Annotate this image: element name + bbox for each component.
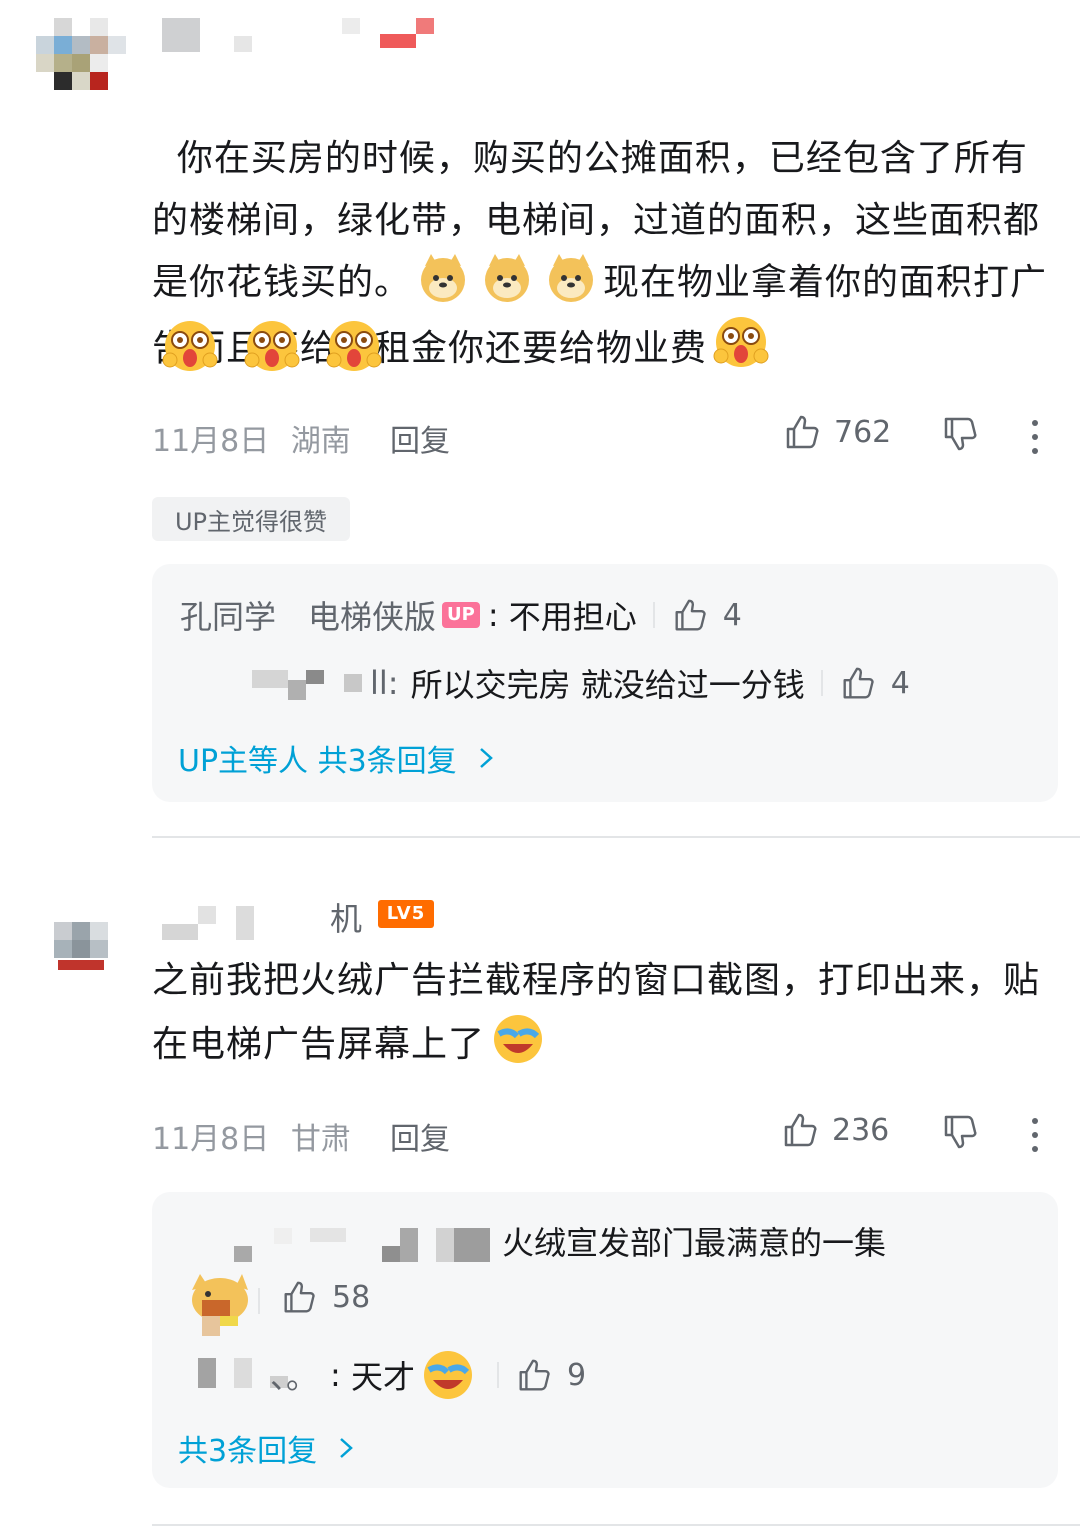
like-button[interactable]: 762 [782,412,891,452]
reply-text: 天才 [350,1358,415,1396]
up-badge: UP [442,602,480,628]
comment-location: 甘肃 [290,1122,351,1157]
reply-preview-box[interactable]: 火绒宣发部门最满意的一集 58 、。 : 天才 9 共3条回复 [152,1192,1058,1488]
laugh-cry-emoji [491,1012,543,1064]
shock-emoji [162,318,220,376]
reply-like-button[interactable]: 4 [839,664,910,702]
reply-like-count: 4 [890,665,910,701]
username-blurred[interactable] [162,902,262,942]
emoji-row [156,318,390,376]
chevron-right-icon [479,748,493,768]
comment-meta: 11月8日 湖南 [152,416,351,460]
avatar[interactable] [54,922,110,972]
like-count: 236 [832,1112,890,1148]
chevron-right-icon [340,1438,353,1458]
comment-divider [152,836,1080,838]
reply-text: 所以交完房 就没给过一分钱 [410,666,805,704]
like-icon [786,415,819,449]
like-icon [843,667,874,699]
reply-author[interactable]: 、。 [270,1352,318,1398]
reply-like-count: 58 [332,1279,371,1315]
reply-like-count: 4 [722,597,742,633]
comment-text: 之前我把火绒广告拦截程序的窗口截图，打印出来，贴在电梯广告屏幕上了 [152,950,1052,1076]
like-button[interactable]: 236 [780,1110,889,1150]
shock-emoji [713,314,769,367]
like-icon [519,1359,550,1391]
comment-text-body: 之前我把火绒广告拦截程序的窗口截图，打印出来，贴在电梯广告屏幕上了 [152,960,1041,1065]
reply-like-count: 9 [566,1357,587,1393]
level-badge: LV5 [378,900,434,928]
comment-location: 湖南 [290,424,351,459]
reply-item[interactable]: 孔同学 电梯侠版 UP : 不用担心 4 [180,592,742,638]
dislike-icon[interactable] [940,1112,980,1152]
username-blurred[interactable] [162,18,442,54]
doge-sticker [186,1272,254,1338]
like-icon [675,599,706,631]
reply-item[interactable]: ll: 所以交完房 就没给过一分钱 4 [344,660,910,706]
comment-meta: 11月8日 甘肃 [152,1114,351,1158]
reply-item[interactable]: 、。 : 天才 9 [270,1348,586,1402]
shock-emoji [244,318,302,376]
reply-like-button[interactable]: 9 [515,1356,586,1394]
dislike-icon[interactable] [940,414,980,454]
more-icon[interactable] [1032,420,1040,462]
like-icon [784,1113,817,1147]
reply-author[interactable]: ll: [370,664,399,702]
reply-button[interactable]: 回复 [390,1114,450,1158]
reply-preview-box[interactable]: 孔同学 电梯侠版 UP : 不用担心 4 ll: 所以交完房 就没给过一分钱 4… [152,564,1058,802]
reply-text: 火绒宣发部门最满意的一集 [502,1224,887,1262]
reply-author-blurred[interactable] [252,666,342,702]
comment-date: 11月8日 [152,424,270,459]
reply-button[interactable]: 回复 [390,416,450,460]
reply-author-blurred[interactable] [234,1224,490,1264]
up-liked-badge: UP主觉得很赞 [152,497,350,541]
reply-like-button[interactable]: 58 [280,1278,370,1316]
comment-divider [152,1524,1080,1526]
view-more-replies-link[interactable]: UP主等人 共3条回复 [178,736,501,780]
avatar[interactable] [36,18,128,90]
laugh-cry-emoji [421,1348,475,1402]
reply-author[interactable]: 孔同学 电梯侠版 [180,592,436,638]
doge-emoji [417,252,469,304]
doge-emoji [545,252,597,304]
like-count: 762 [834,414,892,450]
shock-emoji [326,318,384,376]
username-fragment[interactable]: 机 [330,894,362,940]
doge-emoji [481,252,533,304]
reply-like-button[interactable]: 4 [671,596,742,634]
view-more-replies-link[interactable]: 共3条回复 [178,1426,361,1470]
reply-text: 不用担心 [508,598,637,636]
like-icon [284,1281,315,1313]
more-icon[interactable] [1032,1118,1040,1160]
comment-date: 11月8日 [152,1122,270,1157]
